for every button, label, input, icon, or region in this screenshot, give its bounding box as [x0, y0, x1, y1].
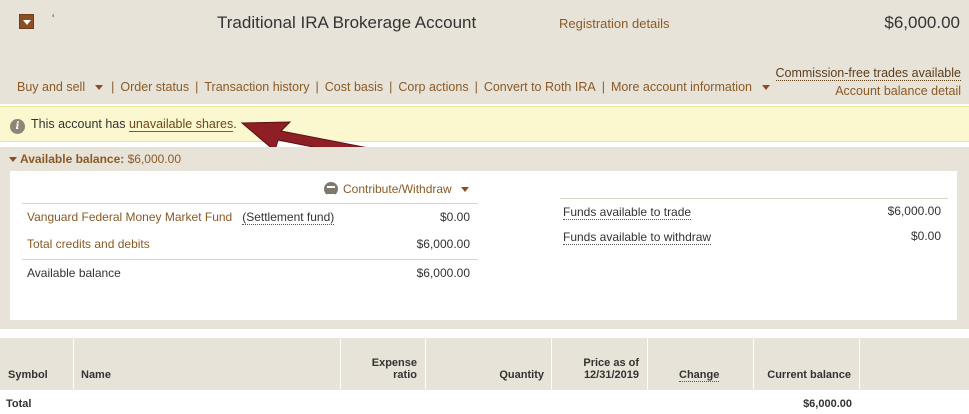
money-market-fund-label: Vanguard Federal Money Market Fund [27, 210, 233, 224]
header-right-links: Commission-free trades available Account… [775, 64, 961, 100]
chevron-down-icon[interactable] [9, 157, 17, 163]
column-symbol: Symbol [0, 338, 74, 390]
money-market-amount: $0.00 [439, 210, 470, 224]
nav-convert-to-roth[interactable]: Convert to Roth IRA [484, 80, 596, 94]
nav-separator: | [195, 80, 199, 94]
nav-separator: | [601, 80, 605, 94]
available-balance-header[interactable]: Available balance: $6,000.00 [9, 152, 181, 166]
funds-withdraw-row: Funds available to withdraw $0.00 [560, 224, 948, 250]
total-label: Total [6, 398, 32, 410]
column-expense-label-2: ratio [393, 369, 417, 381]
settlement-fund-label[interactable]: (Settlement fund) [242, 210, 335, 225]
chevron-down-icon[interactable] [95, 85, 104, 91]
nav-separator: | [111, 80, 115, 94]
account-nav: Buy and sell | Order status | Transactio… [17, 79, 770, 95]
collapse-toggle-icon[interactable] [19, 14, 34, 29]
nav-more-account-information[interactable]: More account information [611, 80, 770, 94]
funds-available-to-trade-amount: $6,000.00 [887, 204, 941, 218]
holdings-table-header: Symbol Name Expense ratio Quantity Price… [0, 338, 969, 390]
column-expense-label-1: Expense [371, 357, 417, 369]
nav-order-status[interactable]: Order status [120, 80, 189, 94]
column-change: Change [648, 338, 754, 390]
credits-debits-amount: $6,000.00 [416, 237, 470, 251]
info-icon: i [10, 119, 25, 134]
holdings-total-row: Total $6,000.00 [0, 391, 969, 414]
column-name-label: Name [81, 369, 111, 381]
total-value: $6,000.00 [803, 398, 852, 410]
nav-buy-and-sell-label: Buy and sell [17, 80, 86, 94]
chevron-down-icon[interactable] [460, 186, 469, 192]
nav-transaction-history[interactable]: Transaction history [204, 80, 309, 94]
alert-prefix: This account has [31, 117, 126, 131]
account-mark: ' [52, 12, 55, 26]
column-name: Name [74, 338, 341, 390]
nav-separator: | [474, 80, 478, 94]
column-current-balance: Current balance [754, 338, 860, 390]
nav-separator: | [315, 80, 319, 94]
balance-row-credits-debits: Total credits and debits $6,000.00 [22, 231, 478, 258]
funds-available-to-trade-label[interactable]: Funds available to trade [563, 205, 692, 220]
available-balance-value: $6,000.00 [127, 152, 182, 166]
funds-trade-row: Funds available to trade $6,000.00 [560, 198, 948, 224]
nav-more-label: More account information [610, 80, 752, 94]
column-price: Price as of 12/31/2019 [552, 338, 648, 390]
balance-row-money-market: Vanguard Federal Money Market Fund (Settl… [22, 203, 478, 230]
balance-row-available: Available balance $6,000.00 [22, 259, 478, 286]
nav-buy-and-sell[interactable]: Buy and sell [17, 80, 104, 94]
account-total: $6,000.00 [884, 13, 960, 32]
unavailable-shares-alert: i This account has unavailable shares. [0, 106, 969, 142]
account-header: ' Traditional IRA Brokerage Account Regi… [0, 0, 969, 104]
column-current-balance-label: Current balance [767, 369, 851, 381]
alert-message: This account has unavailable shares. [31, 117, 237, 132]
money-market-fund-link[interactable]: Vanguard Federal Money Market Fund (Settl… [27, 210, 335, 225]
column-symbol-label: Symbol [8, 369, 48, 381]
commission-free-trades-link[interactable]: Commission-free trades available [775, 66, 961, 81]
chevron-down-icon[interactable] [761, 85, 770, 91]
column-price-label-2: 12/31/2019 [583, 369, 639, 381]
funds-available-to-withdraw-label[interactable]: Funds available to withdraw [563, 230, 712, 245]
unavailable-shares-link[interactable]: unavailable shares [128, 117, 234, 132]
available-balance-label: Available balance: [20, 152, 125, 166]
nav-corp-actions[interactable]: Corp actions [398, 80, 468, 94]
total-credits-debits-link[interactable]: Total credits and debits [27, 237, 150, 251]
nav-separator: | [389, 80, 393, 94]
account-title: Traditional IRA Brokerage Account [217, 13, 477, 32]
funds-available-to-withdraw-amount: $0.00 [910, 229, 941, 243]
contribute-withdraw-label: Contribute/Withdraw [343, 182, 452, 196]
account-balance-detail-link[interactable]: Account balance detail [835, 84, 961, 98]
nav-cost-basis[interactable]: Cost basis [325, 80, 383, 94]
bank-icon [324, 182, 338, 196]
column-price-label-1: Price as of [583, 357, 639, 369]
column-change-label[interactable]: Change [679, 369, 720, 382]
registration-details-link[interactable]: Registration details [559, 16, 670, 31]
column-quantity: Quantity [426, 338, 552, 390]
column-expense-ratio: Expense ratio [341, 338, 426, 390]
column-quantity-label: Quantity [499, 369, 544, 381]
alert-suffix: . [233, 117, 237, 131]
available-balance-row-amount: $6,000.00 [416, 266, 470, 280]
contribute-withdraw-menu[interactable]: Contribute/Withdraw [324, 182, 469, 196]
available-balance-row-label: Available balance [27, 266, 121, 280]
